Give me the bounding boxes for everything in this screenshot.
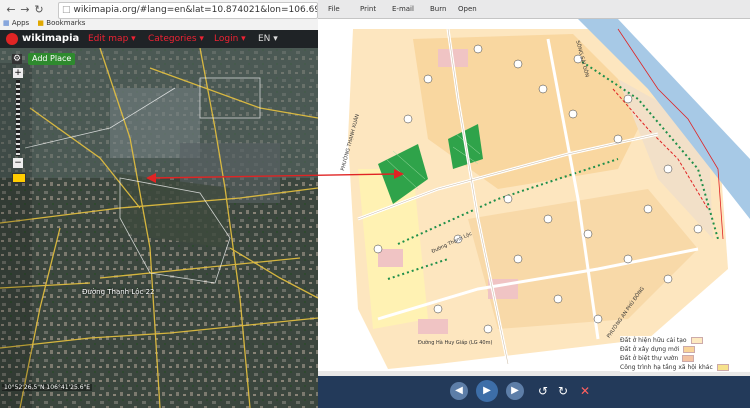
map-road-label: Đường Thạnh Lộc 22 [82,288,155,296]
planning-map [318,19,750,376]
next-icon[interactable]: ▶ [506,382,524,400]
add-place-button[interactable]: Add Place [28,53,76,65]
menu-open[interactable]: Open [458,3,477,15]
menu-burn[interactable]: Burn [430,3,446,15]
satellite-map-graphic [0,48,318,408]
wikimapia-header: wikimapia Edit map ▾ Categories ▾ Login … [0,30,318,48]
comparison-arrow [146,169,404,183]
wikimapia-logo-icon [6,33,18,45]
zoom-out-button[interactable]: − [13,158,23,168]
url-text: wikimapia.org/#lang=en&lat=10.874021&lon… [73,5,317,15]
legend-item: Đất ở xây dựng mới [620,345,750,354]
reload-icon[interactable]: ↻ [32,3,46,17]
bookmark-bookmarks[interactable]: Bookmarks [46,19,85,27]
zoom-in-button[interactable]: + [13,68,23,78]
legend-swatch [683,346,696,353]
menu-language[interactable]: EN ▾ [258,33,278,45]
play-slideshow-icon[interactable]: ▶ [476,380,498,402]
wikimapia-logo[interactable]: wikimapia [22,33,79,45]
browser-toolbar: ← → ↻ □ wikimapia.org/#lang=en&lat=10.874… [0,0,318,31]
menu-login[interactable]: Login ▾ [214,33,246,45]
delete-icon[interactable]: ✕ [580,384,590,398]
zoom-slider[interactable] [16,80,20,156]
menu-email[interactable]: E-mail [392,3,414,15]
satellite-map[interactable]: ⚙ Add Place + − Đường Thạnh Lộc 22 10°52… [0,48,318,408]
legend-swatch [690,337,703,344]
legend-item: Công trình hạ tầng xã hội khác [620,363,750,372]
previous-icon[interactable]: ◀ [450,382,468,400]
menu-print[interactable]: Print [360,3,376,15]
bookmarks-bar: ▦ Apps ■ Bookmarks [0,17,318,29]
viewer-toolbar: File Print E-mail Burn Open [318,0,750,19]
settings-icon[interactable]: ⚙ [12,54,22,64]
layers-icon[interactable] [12,173,26,183]
menu-file[interactable]: File [328,3,340,15]
map-legend: Đất ở hiện hữu cải tạo Đất ở xây dựng mớ… [620,336,750,372]
bookmark-apps[interactable]: Apps [12,19,29,27]
viewer-controls-bar: ◀ ▶ ▶ ↺ ↻ ✕ [318,376,750,408]
legend-item: Đất ở hiện hữu cải tạo [620,336,750,345]
image-viewer-window: File Print E-mail Burn Open PHƯỜNG THẠNH… [318,0,750,408]
rotate-right-icon[interactable]: ↻ [558,384,568,398]
legend-item: Đất ở biệt thự vườn [620,354,750,363]
back-icon[interactable]: ← [4,3,18,17]
coordinates-readout: 10°52'26.5"N 106°41'25.6"E [2,384,93,391]
menu-edit-map[interactable]: Edit map ▾ [88,33,136,45]
forward-icon[interactable]: → [18,3,32,17]
rotate-icon[interactable]: ↺ [538,384,548,398]
folder-icon: ■ [37,19,45,27]
legend-swatch [716,364,729,371]
legend-swatch [682,355,695,362]
menu-categories[interactable]: Categories ▾ [148,33,204,45]
add-place-label: Add Place [32,54,72,63]
apps-icon: ▦ [3,19,10,27]
page-icon: □ [62,5,71,15]
label-street-ha-huy-giap: Đường Hà Huy Giáp (LG 40m) [418,340,493,346]
